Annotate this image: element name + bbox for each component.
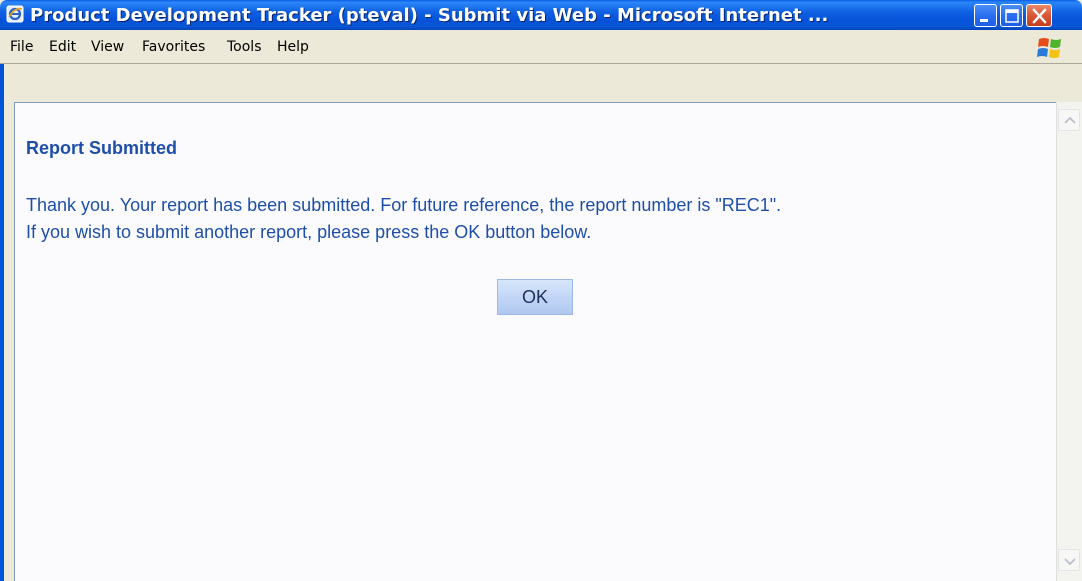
window-title: Product Development Tracker (pteval) - S… [30,5,829,26]
vertical-scrollbar[interactable] [1056,102,1082,581]
scroll-down-button[interactable] [1058,549,1080,571]
confirmation-message: Thank you. Your report has been submitte… [26,192,1051,246]
toolbar-area [4,64,1056,102]
menu-favorites[interactable]: Favorites [142,39,205,55]
close-icon [1032,8,1047,24]
maximize-icon [1005,9,1019,23]
content-left-margin [4,102,14,581]
menu-tools[interactable]: Tools [227,39,262,55]
scroll-up-button[interactable] [1058,109,1080,131]
scroll-down-arrow-icon [1064,558,1076,566]
title-bar[interactable]: Product Development Tracker (pteval) - S… [0,0,1082,30]
menu-bar: File Edit View Favorites Tools Help [0,30,1082,64]
message-line-2: If you wish to submit another report, pl… [26,222,592,242]
minimize-icon [980,19,988,22]
page-title: Report Submitted [26,138,177,158]
menu-help[interactable]: Help [277,39,309,55]
menu-view[interactable]: View [91,39,124,55]
scroll-up-arrow-icon [1064,116,1076,124]
maximize-button[interactable] [1000,4,1023,27]
message-line-1: Thank you. Your report has been submitte… [26,195,782,215]
minimize-button[interactable] [974,4,997,27]
page-content [14,102,1056,581]
internet-explorer-icon [6,5,24,23]
windows-logo-icon [1036,35,1064,61]
close-button[interactable] [1026,4,1052,27]
browser-window: Product Development Tracker (pteval) - S… [0,0,1082,581]
menu-file[interactable]: File [10,39,33,55]
menu-edit[interactable]: Edit [49,39,76,55]
ok-button[interactable]: OK [497,279,573,315]
